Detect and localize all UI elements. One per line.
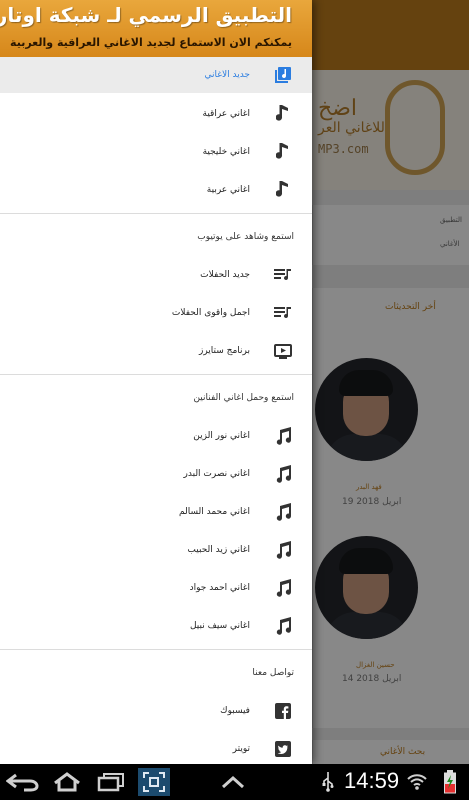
double-note-icon — [272, 615, 294, 637]
playlist-icon — [272, 264, 294, 286]
usb-icon — [318, 770, 338, 794]
divider — [0, 374, 312, 375]
drawer-title: التطبيق الرسمي لـ شبكة اوتار — [0, 3, 292, 27]
drawer-item-best-concerts[interactable]: اجمل واقوى الحفلات — [0, 294, 312, 332]
contact-section-header: تواصل معنا — [0, 654, 312, 692]
screenshot-icon[interactable] — [138, 768, 170, 796]
drawer-item-label: اغاني زيد الحبيب — [187, 545, 250, 555]
drawer-item-label: جديد الحفلات — [200, 270, 250, 280]
drawer-item-label: اغاني نور الزين — [193, 431, 250, 441]
drawer-header: التطبيق الرسمي لـ شبكة اوتار يمكنكم الان… — [0, 0, 312, 57]
drawer-item-artist[interactable]: اغاني محمد السالم — [0, 493, 312, 531]
drawer-item-gulf-songs[interactable]: اغاني خليجية — [0, 133, 312, 171]
divider — [0, 213, 312, 214]
double-note-icon — [272, 577, 294, 599]
drawer-item-label: اغاني احمد جواد — [189, 583, 250, 593]
drawer-item-label: اغاني محمد السالم — [179, 507, 250, 517]
home-icon[interactable] — [50, 770, 84, 794]
drawer-item-label: اجمل واقوى الحفلات — [171, 308, 250, 318]
music-note-icon — [272, 103, 294, 125]
double-note-icon — [272, 539, 294, 561]
drawer-item-label: تويتر — [232, 744, 250, 754]
drawer-item-label: اغاني خليجية — [202, 147, 250, 157]
screen: اضخ للاغاني العر MP3.com التطبيق الأغاني… — [0, 0, 469, 800]
drawer-item-artist[interactable]: اغاني نور الزين — [0, 417, 312, 455]
drawer-item-arabic-songs[interactable]: اغاني عربية — [0, 171, 312, 209]
recent-apps-icon[interactable] — [94, 770, 128, 794]
drawer-item-iraqi-songs[interactable]: اغاني عراقية — [0, 95, 312, 133]
drawer-subtitle: يمكنكم الان الاستماع لجديد الاغاني العرا… — [10, 36, 292, 49]
drawer-item-new-songs[interactable]: جديد الاغاني — [0, 57, 312, 93]
facebook-icon — [272, 700, 294, 722]
drawer-item-artist[interactable]: اغاني سيف نبيل — [0, 607, 312, 645]
drawer-item-artist[interactable]: اغاني نصرت البدر — [0, 455, 312, 493]
drawer-item-label: اغاني سيف نبيل — [189, 621, 250, 631]
menu-up-icon[interactable] — [216, 770, 250, 794]
double-note-icon — [272, 425, 294, 447]
system-navigation-bar: 14:59 — [0, 764, 469, 800]
clock: 14:59 — [344, 768, 400, 793]
double-note-icon — [272, 501, 294, 523]
section-title: استمع وشاهد على يوتيوب — [197, 232, 294, 242]
drawer-item-artist[interactable]: اغاني احمد جواد — [0, 569, 312, 607]
artists-section-header: استمع وحمل اغاني الفنانين — [0, 379, 312, 417]
twitter-icon — [272, 738, 294, 760]
drawer-item-artist[interactable]: اغاني زيد الحبيب — [0, 531, 312, 569]
music-note-icon — [272, 141, 294, 163]
music-note-icon — [272, 179, 294, 201]
navigation-drawer: التطبيق الرسمي لـ شبكة اوتار يمكنكم الان… — [0, 0, 312, 764]
drawer-item-label: فيسبوك — [220, 706, 250, 716]
drawer-item-label: اغاني عراقية — [202, 109, 251, 119]
drawer-item-twitter[interactable]: تويتر — [0, 730, 312, 764]
battery-charging-icon — [438, 770, 462, 794]
drawer-item-stars-program[interactable]: برنامج ستايرز — [0, 332, 312, 370]
section-title: تواصل معنا — [252, 668, 294, 678]
drawer-item-label: اغاني نصرت البدر — [183, 469, 250, 479]
drawer-item-label: جديد الاغاني — [204, 70, 250, 80]
youtube-section-header: استمع وشاهد على يوتيوب — [0, 218, 312, 256]
drawer-item-facebook[interactable]: فيسبوك — [0, 692, 312, 730]
video-icon — [272, 340, 294, 362]
drawer-item-label: اغاني عربية — [206, 185, 250, 195]
drawer-item-new-concerts[interactable]: جديد الحفلات — [0, 256, 312, 294]
music-library-icon — [272, 64, 294, 86]
drawer-item-label: برنامج ستايرز — [198, 346, 250, 356]
playlist-icon — [272, 302, 294, 324]
wifi-icon — [406, 770, 428, 794]
back-icon[interactable] — [6, 770, 40, 794]
divider — [0, 649, 312, 650]
double-note-icon — [272, 463, 294, 485]
section-title: استمع وحمل اغاني الفنانين — [193, 393, 294, 403]
